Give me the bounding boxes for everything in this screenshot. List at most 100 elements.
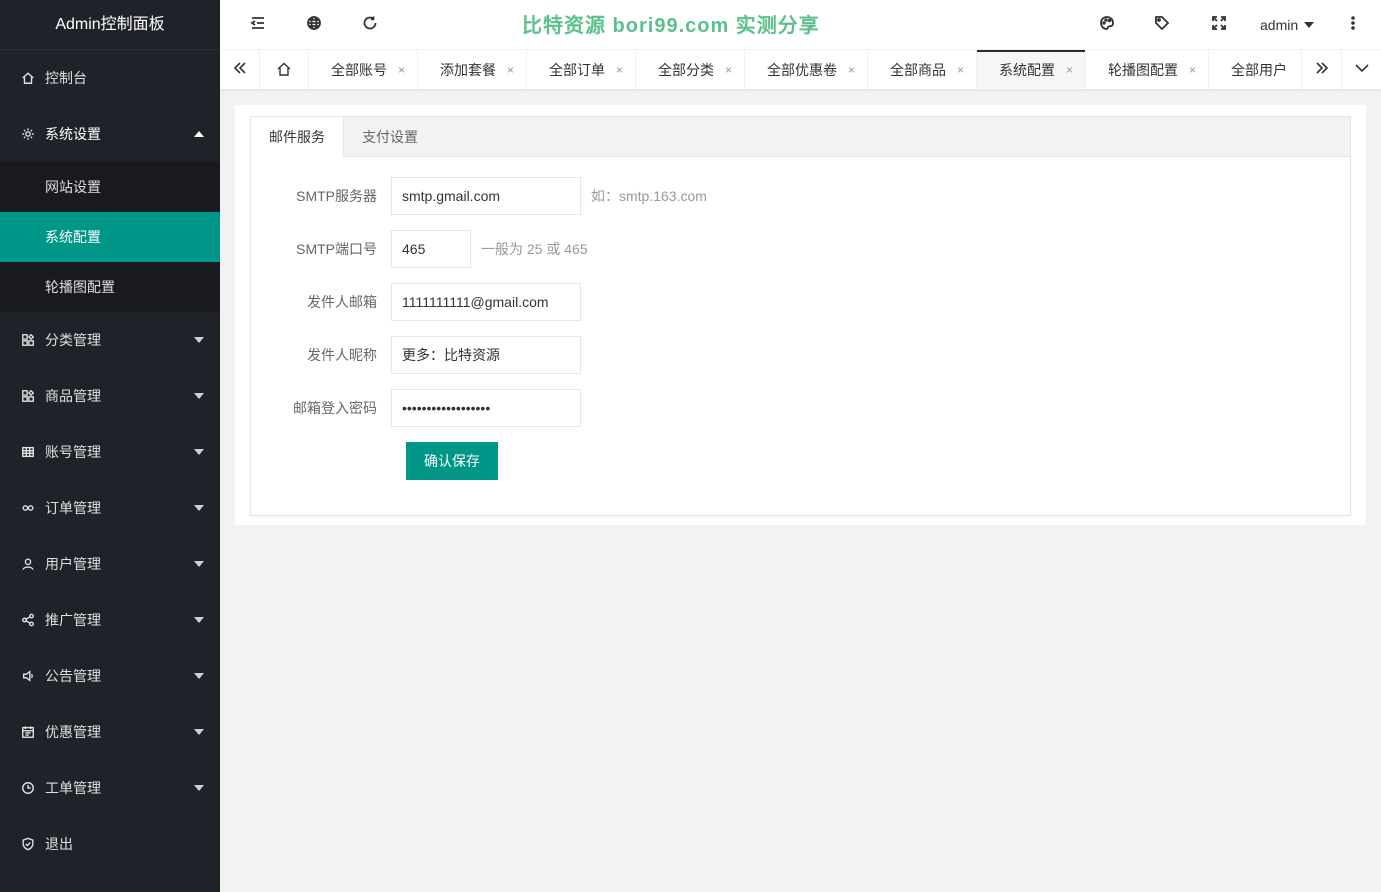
tab-all-orders[interactable]: 全部订单 × (527, 50, 636, 89)
tab-mail-service[interactable]: 邮件服务 (251, 117, 344, 158)
smtp-server-input[interactable] (391, 177, 581, 215)
palette-icon (1099, 15, 1115, 36)
more-button[interactable] (1325, 0, 1381, 50)
tab-all-categories[interactable]: 全部分类 × (636, 50, 745, 89)
caret-down-icon (194, 449, 204, 455)
caret-down-icon (1304, 22, 1315, 28)
caret-down-icon (194, 729, 204, 735)
tabs-scroll-left-button[interactable] (220, 50, 260, 89)
form-row-password: 邮箱登入密码 (251, 389, 581, 427)
sidebar-item-goods[interactable]: 商品管理 (0, 368, 220, 424)
sidebar-item-promotion[interactable]: 推广管理 (0, 592, 220, 648)
user-icon (20, 556, 36, 572)
settings-card: 邮件服务 支付设置 SMTP服务器 如：smtp.163.com SMTP端口号… (250, 116, 1351, 516)
watermark-text: 比特资源 bori99.com 实测分享 (522, 15, 820, 37)
close-icon[interactable]: × (725, 63, 732, 77)
gear-icon (20, 126, 36, 142)
sidebar-item-label: 商品管理 (45, 388, 101, 404)
username: admin (1260, 17, 1299, 33)
sidebar-item-tickets[interactable]: 工单管理 (0, 760, 220, 816)
tab-carousel-config[interactable]: 轮播图配置 × (1086, 50, 1209, 89)
tab-add-package[interactable]: 添加套餐 × (418, 50, 527, 89)
sidebar-item-label: 订单管理 (45, 500, 101, 516)
sidebar-item-label: 退出 (45, 836, 73, 852)
main-content: 邮件服务 支付设置 SMTP服务器 如：smtp.163.com SMTP端口号… (235, 105, 1366, 525)
caret-down-icon (194, 337, 204, 343)
sidebar-item-label: 优惠管理 (45, 724, 101, 740)
sidebar-item-label: 分类管理 (45, 332, 101, 348)
sidebar-item-category[interactable]: 分类管理 (0, 312, 220, 368)
sidebar-subitem-website-settings[interactable]: 网站设置 (0, 162, 220, 212)
save-button[interactable]: 确认保存 (406, 442, 498, 480)
caret-up-icon (194, 131, 204, 137)
tab-payment-settings[interactable]: 支付设置 (344, 117, 436, 157)
link-icon (20, 500, 36, 516)
sidebar-item-announcement[interactable]: 公告管理 (0, 648, 220, 704)
password-input[interactable] (391, 389, 581, 427)
double-chevron-right-icon (1314, 60, 1330, 81)
sidebar-item-logout[interactable]: 退出 (0, 816, 220, 872)
sidebar-item-label: 账号管理 (45, 444, 101, 460)
tab-bar: 全部账号 × 添加套餐 × 全部订单 × 全部分类 × 全部优惠卷 × 全部商品 × 系统配… (220, 50, 1381, 90)
sidebar-submenu: 网站设置 系统配置 轮播图配置 (0, 162, 220, 312)
caret-down-icon (194, 673, 204, 679)
caret-down-icon (194, 617, 204, 623)
tab-label: 系统配置 (999, 62, 1055, 78)
tabs-scroll-right-button[interactable] (1301, 50, 1341, 89)
caret-down-icon (194, 561, 204, 567)
globe-icon (306, 15, 322, 36)
refresh-button[interactable] (342, 0, 398, 50)
app-logo[interactable]: Admin控制面板 (0, 0, 220, 50)
sidebar-item-orders[interactable]: 订单管理 (0, 480, 220, 536)
caret-down-icon (194, 505, 204, 511)
tabs-list: 全部账号 × 添加套餐 × 全部订单 × 全部分类 × 全部优惠卷 × 全部商品 × 系统配… (260, 50, 1302, 89)
close-icon[interactable]: × (507, 63, 514, 77)
speaker-icon (20, 668, 36, 684)
tab-label: 全部商品 (890, 62, 946, 78)
chevron-down-icon (1354, 60, 1370, 81)
theme-button[interactable] (1079, 0, 1135, 50)
form-row-sender-email: 发件人邮箱 (251, 283, 581, 321)
sidebar-item-dashboard[interactable]: 控制台 (0, 50, 220, 106)
close-icon[interactable]: × (616, 63, 623, 77)
tab-all-users[interactable]: 全部用户 (1209, 50, 1302, 89)
calendar-icon (20, 724, 36, 740)
more-vertical-icon (1345, 15, 1361, 36)
tag-button[interactable] (1134, 0, 1190, 50)
tab-system-config[interactable]: 系统配置 × (977, 50, 1086, 89)
close-icon[interactable]: × (1066, 63, 1073, 77)
sidebar-subitem-carousel-config[interactable]: 轮播图配置 (0, 262, 220, 312)
sidebar-item-system-settings[interactable]: 系统设置 (0, 106, 220, 162)
sidebar-item-users[interactable]: 用户管理 (0, 536, 220, 592)
tab-all-goods[interactable]: 全部商品 × (868, 50, 977, 89)
close-icon[interactable]: × (957, 63, 964, 77)
sidebar-item-label: 系统设置 (45, 126, 101, 142)
indent-icon (250, 15, 266, 36)
tab-all-accounts[interactable]: 全部账号 × (309, 50, 418, 89)
sender-name-input[interactable] (391, 336, 581, 374)
tab-label: 全部用户 (1231, 62, 1287, 78)
smtp-port-input[interactable] (391, 230, 471, 268)
tab-home[interactable] (260, 50, 309, 89)
fullscreen-button[interactable] (1191, 0, 1247, 50)
sender-email-input[interactable] (391, 283, 581, 321)
tab-label: 轮播图配置 (1108, 62, 1178, 78)
sidebar-item-accounts[interactable]: 账号管理 (0, 424, 220, 480)
tab-all-coupons[interactable]: 全部优惠卷 × (745, 50, 868, 89)
form-row-sender-name: 发件人昵称 (251, 336, 581, 374)
sidebar-item-label: 控制台 (45, 70, 87, 86)
toggle-sidebar-button[interactable] (230, 0, 286, 50)
close-icon[interactable]: × (848, 63, 855, 77)
sidebar-item-discount[interactable]: 优惠管理 (0, 704, 220, 760)
form-row-smtp-port: SMTP端口号 一般为 25 或 465 (251, 230, 588, 268)
caret-down-icon (194, 393, 204, 399)
close-icon[interactable]: × (1189, 63, 1196, 77)
user-menu[interactable]: admin (1260, 0, 1315, 50)
website-button[interactable] (286, 0, 342, 50)
sidebar-item-label: 推广管理 (45, 612, 101, 628)
form-row-smtp-server: SMTP服务器 如：smtp.163.com (251, 177, 707, 215)
sidebar-subitem-system-config[interactable]: 系统配置 (0, 212, 220, 262)
tabs-menu-button[interactable] (1341, 50, 1381, 89)
close-icon[interactable]: × (398, 63, 405, 77)
caret-down-icon (194, 785, 204, 791)
